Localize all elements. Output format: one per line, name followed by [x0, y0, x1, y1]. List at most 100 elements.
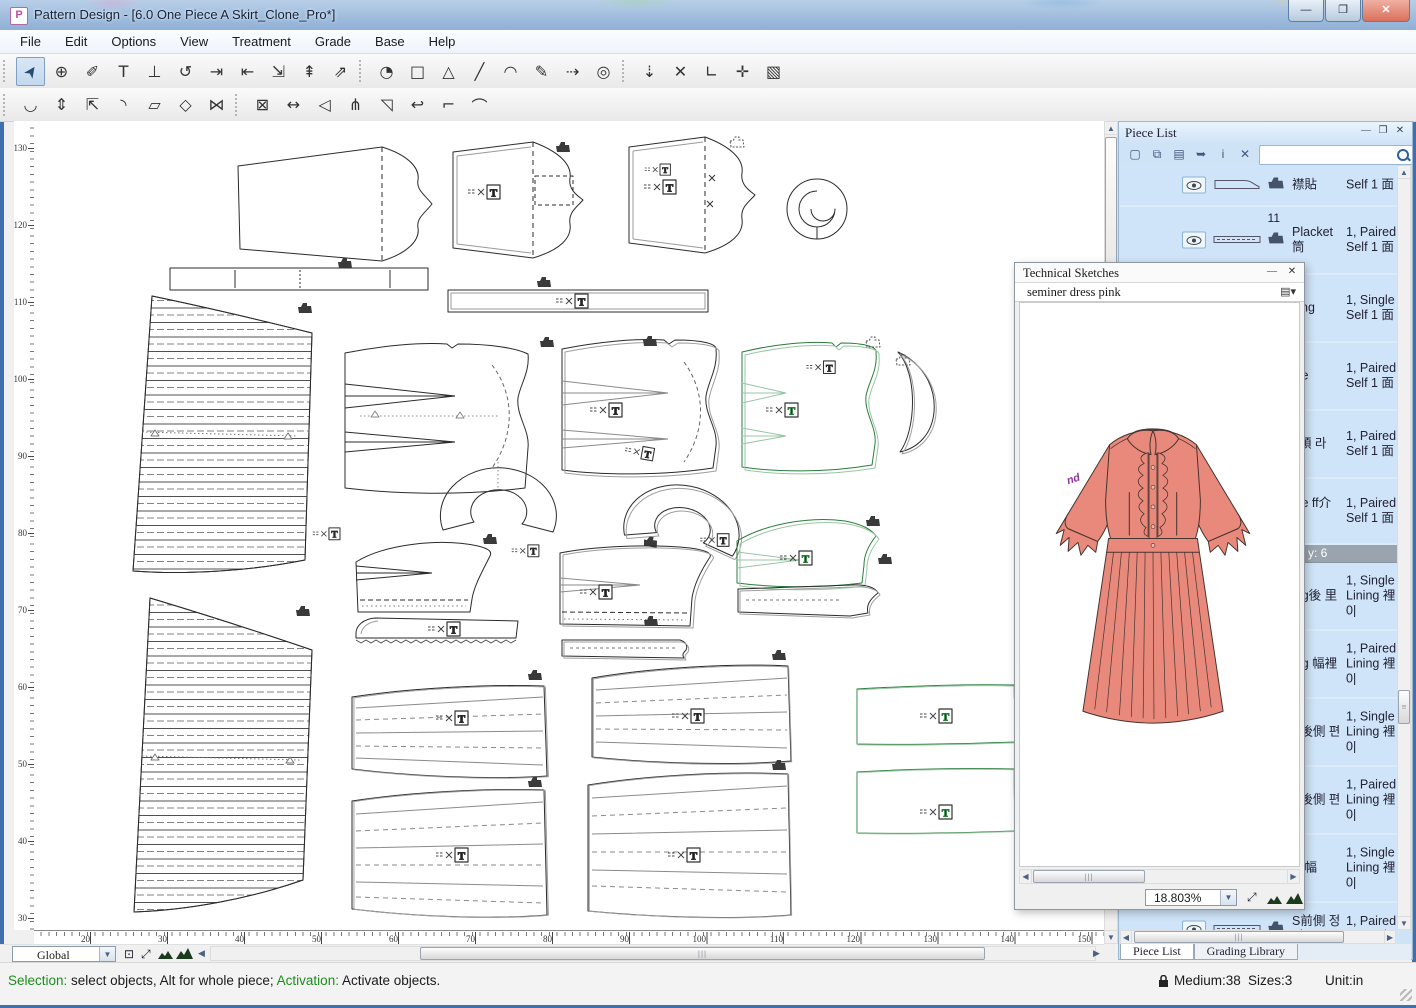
pattern-piece-sleeve-c[interactable] — [629, 137, 755, 253]
menu-base[interactable]: Base — [363, 31, 417, 52]
scroll-left-arrow[interactable]: ◀ — [198, 948, 205, 959]
walk-piece-tool[interactable]: ▱ — [140, 90, 169, 119]
panel-restore-button[interactable]: ❐ — [1375, 125, 1391, 139]
pattern-piece-fan-skirt-top[interactable] — [133, 296, 312, 573]
visibility-eye-icon[interactable] — [1182, 177, 1206, 194]
scroll-left-arrow[interactable]: ◀ — [1019, 869, 1032, 884]
pattern-piece-band-q[interactable] — [512, 545, 689, 660]
arc-tool[interactable]: ◝ — [109, 90, 138, 119]
zoom-out-mountain-icon[interactable] — [158, 950, 173, 959]
zoom-out-mountain-icon[interactable] — [1267, 895, 1282, 904]
scale-tool[interactable]: ⇲ — [264, 57, 293, 86]
flare-tool[interactable]: ◹ — [372, 90, 401, 119]
scroll-left-arrow[interactable]: ◀ — [1120, 930, 1132, 944]
corner-align-tool[interactable]: ∟ — [697, 57, 726, 86]
panel-close-button[interactable]: ✕ — [1392, 125, 1408, 139]
scroll-right-arrow[interactable]: ▶ — [1093, 948, 1100, 959]
zoom-tool[interactable]: ⊕ — [47, 57, 76, 86]
pattern-piece-collar-2[interactable] — [609, 443, 755, 562]
move-y-tool[interactable]: ⇤ — [233, 57, 262, 86]
piece-list-hscroll-thumb[interactable]: ||| — [1134, 931, 1344, 943]
line-tool[interactable]: ╱ — [465, 57, 494, 86]
menu-help[interactable]: Help — [417, 31, 468, 52]
pattern-piece-green-rect-1[interactable] — [857, 685, 1016, 745]
pattern-piece-collar[interactable] — [440, 462, 556, 532]
pattern-piece-armhole-facing[interactable] — [806, 352, 936, 454]
pattern-piece-skirt-panel-4[interactable] — [588, 760, 792, 918]
select-tool[interactable]: ➤ — [16, 57, 45, 86]
grade-target-tool[interactable]: ◎ — [589, 57, 618, 86]
piece-list-row[interactable]: 襟貼Self 1 面 — [1120, 165, 1399, 207]
pattern-canvas[interactable]: T — [34, 121, 1104, 930]
search-icon[interactable] — [1397, 149, 1409, 161]
scroll-down-arrow[interactable]: ▼ — [1397, 916, 1411, 930]
sketch-style-row[interactable]: seminer dress pink ▤▾ — [1015, 283, 1304, 302]
delete-piece-button[interactable]: ✕ — [1235, 145, 1255, 163]
menu-options[interactable]: Options — [99, 31, 168, 52]
seam-corner-tool[interactable]: ⊥ — [140, 57, 169, 86]
zoom-in-mountain-icon[interactable] — [176, 948, 193, 959]
pattern-piece-lower-front[interactable] — [356, 534, 497, 612]
restore-button[interactable]: ❐ — [1325, 0, 1361, 22]
pattern-piece-sleeve-b[interactable] — [453, 142, 583, 258]
scroll-up-arrow[interactable]: ▲ — [1104, 121, 1118, 135]
hem-curve-tool[interactable]: ⌒ — [465, 90, 494, 119]
sketch-hscroll-thumb[interactable]: ||| — [1033, 870, 1145, 883]
sketch-minimize-button[interactable]: — — [1264, 266, 1280, 280]
center-point-tool[interactable]: ✛ — [728, 57, 757, 86]
rectangle-tool[interactable]: □ — [403, 57, 432, 86]
open-piece-button[interactable]: ▤ — [1169, 145, 1189, 163]
pattern-piece-band-e[interactable] — [170, 258, 428, 290]
piece-list-vertical-scrollbar[interactable] — [1397, 165, 1411, 930]
tab-piece-list[interactable]: Piece List — [1120, 944, 1194, 960]
technical-sketches-titlebar[interactable]: Technical Sketches — ✕ — [1015, 263, 1304, 283]
fit-view-icon[interactable]: ⤢ — [141, 947, 151, 962]
copy-piece-button[interactable]: ⧉ — [1147, 145, 1167, 163]
sketch-canvas[interactable]: nd — [1019, 302, 1300, 867]
edit-curve-tool[interactable]: ✎ — [527, 57, 556, 86]
visibility-eye-icon[interactable] — [1182, 232, 1206, 249]
intersect-point-tool[interactable]: ✕ — [666, 57, 695, 86]
box-transform-tool[interactable]: ▧ — [759, 57, 788, 86]
trace-tool[interactable]: ⇢ — [558, 57, 587, 86]
point-adjust-tool[interactable]: ⇞ — [295, 57, 324, 86]
pattern-piece-hem-band[interactable] — [313, 528, 518, 643]
zoom-value-combobox[interactable]: 18.803% ▼ — [1145, 889, 1237, 906]
pattern-piece-bodice-front[interactable] — [562, 336, 719, 477]
scroll-right-arrow[interactable]: ▶ — [1384, 930, 1396, 944]
frame-select-icon[interactable]: ⊡ — [124, 947, 134, 961]
scroll-right-arrow[interactable]: ▶ — [1287, 869, 1300, 884]
pattern-piece-spiral[interactable] — [645, 164, 847, 239]
minimize-button[interactable]: — — [1288, 0, 1324, 22]
piece-search-box[interactable] — [1259, 145, 1413, 165]
polygon-tool[interactable]: △ — [434, 57, 463, 86]
fit-view-icon[interactable]: ⤢ — [1247, 890, 1257, 905]
scope-combobox[interactable]: Global ▼ — [12, 946, 116, 962]
pattern-piece-skirt-panel-1[interactable] — [352, 670, 548, 778]
pattern-piece-skirt-panel-2[interactable] — [592, 650, 792, 764]
scroll-up-arrow[interactable]: ▲ — [1397, 165, 1411, 179]
sketch-close-button[interactable]: ✕ — [1284, 266, 1300, 280]
pattern-piece-sleeve-a[interactable] — [238, 147, 432, 261]
tab-grading-library[interactable]: Grading Library — [1194, 944, 1298, 960]
pattern-piece-bodice-back[interactable] — [345, 337, 554, 493]
pattern-piece-skirt-panel-3[interactable] — [352, 777, 548, 917]
circle-point-tool[interactable]: ◔ — [372, 57, 401, 86]
pattern-piece-fan-skirt-bottom[interactable] — [134, 598, 312, 912]
piece-list-vscroll-thumb[interactable]: ≡ — [1398, 690, 1410, 724]
chevron-down-icon[interactable]: ▼ — [99, 947, 115, 961]
text-tool[interactable]: T — [109, 57, 138, 86]
menu-file[interactable]: File — [8, 31, 53, 52]
notch-tool[interactable]: ⇱ — [78, 90, 107, 119]
pattern-piece-green-front[interactable] — [737, 516, 880, 590]
swing-tool[interactable]: ↩ — [403, 90, 432, 119]
mirror-tool[interactable]: ⋈ — [202, 90, 231, 119]
pattern-piece-green-rect-2[interactable] — [857, 769, 1015, 834]
piece-info-button[interactable]: i — [1213, 145, 1233, 163]
skew-tool[interactable]: ⇗ — [326, 57, 355, 86]
pattern-piece-bodice-green[interactable] — [742, 337, 880, 474]
measure-tool[interactable]: ✐ — [78, 57, 107, 86]
seam-spread-tool[interactable]: ⇕ — [47, 90, 76, 119]
rotate-tool[interactable]: ↺ — [171, 57, 200, 86]
scroll-down-arrow[interactable]: ▼ — [1104, 930, 1118, 944]
